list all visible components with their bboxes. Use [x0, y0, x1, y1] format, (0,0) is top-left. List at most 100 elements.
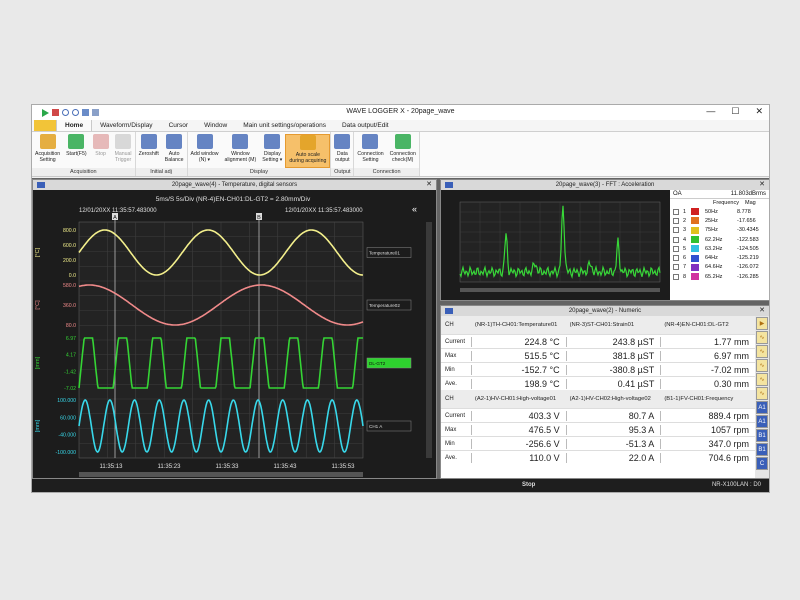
- ribbon-button-window[interactable]: Window alignment (M): [222, 134, 260, 168]
- ribbon-button-display[interactable]: Display Setting ▾: [259, 134, 285, 168]
- numeric-side-icon[interactable]: ∿: [756, 359, 768, 372]
- stat-value: -7.02 mm: [660, 364, 755, 375]
- x-tick-label: 11:35:23: [158, 464, 182, 470]
- peak-checkbox[interactable]: [673, 273, 679, 280]
- fft-peak-row[interactable]: 7 64.6Hz -126.072: [670, 263, 769, 272]
- tab-main-unit-settings[interactable]: Main unit settings/operations: [235, 120, 334, 131]
- ribbon-button-icon: [68, 134, 85, 149]
- numeric-side-icon[interactable]: ∿: [756, 373, 768, 386]
- peak-index: 1: [683, 208, 687, 215]
- peak-checkbox[interactable]: [673, 217, 679, 224]
- time-left: 12/01/20XX 11:35:57.483000: [79, 208, 157, 214]
- ribbon-button-zeroshift[interactable]: Zeroshift: [136, 134, 162, 168]
- fft-peak-row[interactable]: 1 50Hz 8.778: [670, 207, 769, 216]
- fft-peak-row[interactable]: 4 62.2Hz -122.583: [670, 235, 769, 244]
- connection-port: NR-X100LAN : D0: [711, 482, 761, 488]
- ribbon-button-manual[interactable]: Manual Trigger: [112, 134, 135, 168]
- peak-magnitude: -126.285: [737, 273, 759, 280]
- numeric-side-icon[interactable]: ∿: [756, 345, 768, 358]
- ribbon-button-connection[interactable]: Connection Setting: [354, 134, 386, 168]
- acquisition-status: Stop: [522, 482, 536, 488]
- channel-name-header: (NR-3)ST-CH01:Strain01: [569, 322, 635, 328]
- tab-waveform-display[interactable]: Waveform/Display: [92, 120, 161, 131]
- numeric-side-icon[interactable]: C: [756, 457, 768, 470]
- ribbon-group-output: Data output Output: [331, 132, 355, 176]
- numeric-side-icon[interactable]: B1: [756, 429, 768, 442]
- close-button[interactable]: ✕: [755, 106, 763, 117]
- tab-window[interactable]: Window: [196, 120, 235, 131]
- waveform-pane-header: 20page_wave(4) - Temperature, digital se…: [33, 180, 436, 190]
- stat-label: Max: [445, 352, 457, 359]
- fft-peak-row[interactable]: 5 63.2Hz -124.505: [670, 244, 769, 253]
- peak-checkbox[interactable]: [673, 236, 679, 243]
- time-scrollbar[interactable]: [79, 472, 363, 477]
- ribbon-button-acquisition[interactable]: Acquisition Setting: [32, 134, 63, 168]
- ribbon-button-icon: [92, 134, 109, 149]
- waveform-chart[interactable]: 5ms/S 5s/Div (NR-4)EN-CH01:DL-GT2 = 2.80…: [33, 190, 436, 478]
- peak-checkbox[interactable]: [673, 245, 679, 252]
- ribbon-button-auto[interactable]: Auto Balance: [162, 134, 187, 168]
- stat-value: 224.8 °C: [470, 336, 566, 347]
- minimize-button[interactable]: —: [706, 106, 715, 117]
- peak-checkbox[interactable]: [673, 255, 679, 262]
- time-right: 12/01/20XX 11:35:57.483000: [285, 208, 363, 214]
- ribbon-group-label: Initial adj: [135, 168, 187, 176]
- fft-scrollbar[interactable]: [460, 288, 660, 292]
- file-tab[interactable]: [34, 120, 56, 131]
- ribbon-button-data[interactable]: Data output: [331, 134, 353, 168]
- ribbon-button-add-window[interactable]: Add window (N) ▾: [188, 134, 222, 168]
- numeric-side-icon[interactable]: ▶: [756, 317, 768, 330]
- peak-index: 8: [683, 273, 687, 280]
- peak-color-swatch: [691, 236, 699, 244]
- stat-value: 0.30 mm: [660, 378, 755, 389]
- fft-peak-list: OA 11.803dBrms Frequency Mag 1 50Hz 8.778 2…: [670, 190, 769, 300]
- ribbon-button-auto-scale[interactable]: Auto scale during acquiring: [285, 134, 331, 168]
- ribbon-button-stop[interactable]: Stop: [90, 134, 112, 168]
- ribbon-button-start[interactable]: Start(F5): [63, 134, 89, 168]
- numeric-side-icon[interactable]: ∿: [756, 387, 768, 400]
- pane-close-icon[interactable]: ✕: [759, 180, 765, 190]
- ribbon-group-label: Acquisition: [32, 168, 135, 176]
- pane-close-icon[interactable]: ✕: [426, 180, 432, 190]
- fft-chart[interactable]: [442, 190, 668, 300]
- stat-value: 704.6 rpm: [660, 452, 755, 463]
- numeric-pane-header: 20page_wave(2) - Numeric ✕: [441, 306, 769, 316]
- tab-home[interactable]: Home: [56, 119, 93, 131]
- peak-index: 7: [683, 264, 687, 271]
- fft-peak-row[interactable]: 6 64Hz -125.219: [670, 253, 769, 262]
- tab-cursor[interactable]: Cursor: [161, 120, 197, 131]
- numeric-row: Current 224.8 °C 243.8 µST 1.77 mm: [441, 334, 755, 348]
- channel-tick-label: 100.000: [57, 398, 76, 404]
- maximize-button[interactable]: ☐: [731, 106, 739, 117]
- fft-peak-row[interactable]: 8 65.2Hz -126.285: [670, 272, 769, 281]
- peak-color-swatch: [691, 254, 699, 262]
- vertical-scrollbar[interactable]: [426, 222, 432, 458]
- numeric-row: Ave. 110.0 V 22.0 A 704.6 rpm: [441, 450, 755, 464]
- peak-color-swatch: [691, 263, 699, 271]
- tab-data-output[interactable]: Data output/Edit: [334, 120, 397, 131]
- channel-unit-label: [°C]: [35, 300, 41, 310]
- peak-checkbox[interactable]: [673, 264, 679, 271]
- numeric-side-icon[interactable]: A1: [756, 415, 768, 428]
- numeric-side-icon[interactable]: ∿: [756, 331, 768, 344]
- numeric-side-icon[interactable]: B1: [756, 443, 768, 456]
- numeric-row: Current 403.3 V 80.7 A 889.4 rpm: [441, 408, 755, 422]
- stat-value: 6.97 mm: [660, 350, 755, 361]
- numeric-side-icon[interactable]: A1: [756, 401, 768, 414]
- ribbon-button-connection[interactable]: Connection check(M): [387, 134, 419, 168]
- workspace: 20page_wave(4) - Temperature, digital se…: [32, 178, 769, 480]
- peak-checkbox[interactable]: [673, 227, 679, 234]
- pane-close-icon[interactable]: ✕: [759, 306, 765, 316]
- peak-index: 4: [683, 236, 687, 243]
- fft-peak-row[interactable]: 2 25Hz -17.656: [670, 216, 769, 225]
- stat-value: 0.41 µST: [565, 378, 661, 389]
- channel-tick-label: -1.42: [64, 369, 76, 375]
- channel-tick-label: 360.0: [63, 303, 76, 309]
- ribbon-button-label: Auto Balance: [164, 151, 184, 163]
- collapse-icon[interactable]: «: [412, 204, 417, 214]
- x-tick-label: 11:35:13: [100, 464, 124, 470]
- stat-value: 1057 rpm: [660, 424, 755, 435]
- fft-peak-row[interactable]: 3 75Hz -30.4345: [670, 226, 769, 235]
- ribbon-button-icon: [115, 134, 132, 149]
- peak-checkbox[interactable]: [673, 208, 679, 215]
